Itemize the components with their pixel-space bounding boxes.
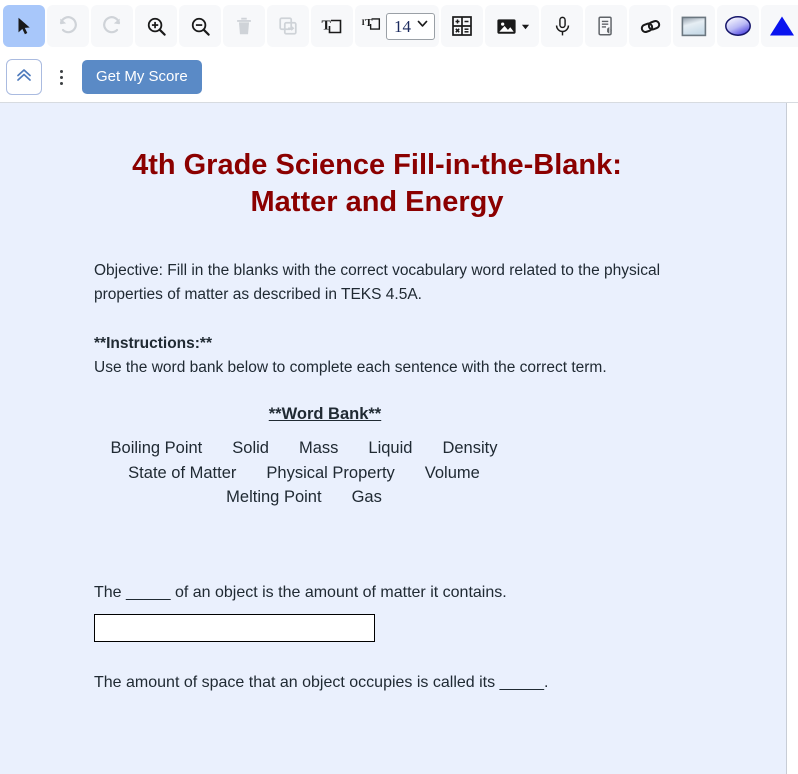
collapse-toolbar-button[interactable]: [6, 59, 42, 95]
read-aloud-button[interactable]: [585, 5, 627, 47]
toolbar-primary-row: T I T 14: [0, 0, 798, 52]
chevron-down-icon: [416, 17, 429, 35]
redo-icon: [100, 14, 124, 38]
zoom-in-button[interactable]: [135, 5, 177, 47]
undo-button[interactable]: [47, 5, 89, 47]
microphone-icon: [551, 15, 574, 38]
zoom-out-button[interactable]: [179, 5, 221, 47]
word-bank-item: Solid: [232, 439, 269, 458]
word-bank-item: Mass: [298, 439, 339, 458]
font-size-control[interactable]: I T 14: [355, 5, 439, 47]
word-bank-item: Volume: [424, 463, 480, 482]
worksheet-page: 4th Grade Science Fill-in-the-Blank: Mat…: [0, 103, 787, 774]
more-options-button[interactable]: [48, 59, 74, 95]
toolbar-secondary-row: Get My Score: [0, 52, 798, 102]
word-bank-item: Physical Property: [266, 463, 395, 482]
word-bank-item: Boiling Point: [110, 439, 203, 458]
document-scroll-area[interactable]: 4th Grade Science Fill-in-the-Blank: Mat…: [0, 103, 798, 774]
triangle-shape-icon: [769, 15, 795, 37]
ellipse-shape-button[interactable]: [717, 5, 759, 47]
select-tool[interactable]: [3, 5, 45, 47]
answer-input[interactable]: [94, 613, 375, 642]
word-bank-line: State of Matter Physical Property Volume: [94, 461, 514, 485]
redo-button[interactable]: [91, 5, 133, 47]
get-my-score-button[interactable]: Get My Score: [82, 60, 202, 94]
math-grid-icon: [450, 14, 474, 38]
triangle-shape-button[interactable]: [761, 5, 798, 47]
word-bank-line: Melting Point Gas: [94, 485, 514, 509]
equation-button[interactable]: [441, 5, 483, 47]
question-text: The _____ of an object is the amount of …: [94, 583, 507, 601]
instructions-body: Use the word bank below to complete each…: [94, 359, 607, 377]
zoom-in-icon: [145, 15, 168, 38]
page-title: 4th Grade Science Fill-in-the-Blank: Mat…: [132, 149, 622, 219]
rectangle-shape-button[interactable]: [673, 5, 715, 47]
cursor-arrow-icon: [13, 15, 35, 37]
duplicate-icon: [277, 15, 299, 37]
undo-icon: [56, 14, 80, 38]
text-box-icon: T: [320, 14, 344, 38]
kebab-menu-icon: [59, 69, 63, 73]
zoom-out-icon: [189, 15, 212, 38]
word-bank-line: Boiling Point Solid Mass Liquid Density: [94, 436, 514, 460]
ellipse-shape-icon: [724, 15, 752, 37]
word-bank-item: State of Matter: [128, 463, 237, 482]
link-icon: [639, 15, 662, 38]
word-bank-list: Boiling Point Solid Mass Liquid Density Stat…: [94, 436, 704, 509]
duplicate-button[interactable]: [267, 5, 309, 47]
image-icon: [495, 15, 518, 38]
rectangle-shape-icon: [681, 16, 707, 37]
word-bank-item: Liquid: [368, 439, 413, 458]
insert-link-button[interactable]: [629, 5, 671, 47]
word-bank-item: Gas: [351, 488, 382, 507]
toolbar-region: T I T 14 Get My Score: [0, 0, 798, 103]
document-audio-icon: [595, 15, 617, 37]
font-size-select[interactable]: 14: [386, 12, 435, 40]
dropdown-caret-icon: [521, 22, 530, 31]
word-bank-heading: **Word Bank**: [268, 405, 382, 424]
add-text-button[interactable]: T: [311, 5, 353, 47]
word-bank-item: Melting Point: [226, 488, 322, 507]
objective-text: Objective: Fill in the blanks with the c…: [94, 262, 661, 304]
delete-button[interactable]: [223, 5, 265, 47]
instructions-heading: **Instructions:**: [94, 335, 212, 353]
word-bank-item: Density: [442, 439, 498, 458]
question-text: The amount of space that an object occup…: [94, 673, 549, 691]
record-audio-button[interactable]: [541, 5, 583, 47]
double-chevron-up-icon: [14, 65, 34, 90]
font-size-value: 14: [394, 16, 411, 36]
insert-image-button[interactable]: [485, 5, 539, 47]
trash-icon: [233, 15, 255, 37]
text-size-icon: I T: [361, 13, 383, 40]
